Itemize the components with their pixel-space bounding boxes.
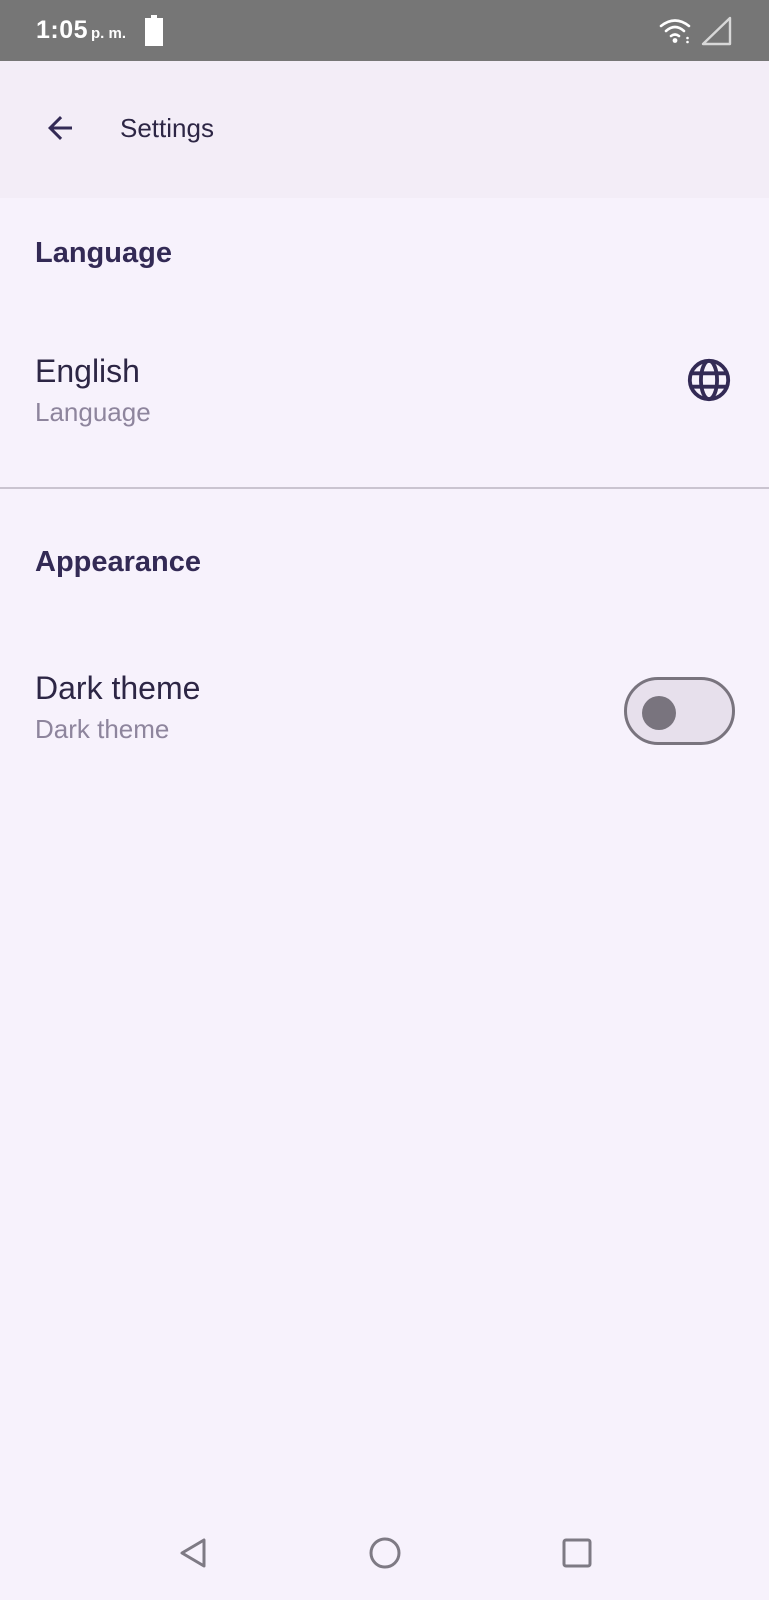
preference-title: English: [35, 353, 140, 389]
nav-back-button[interactable]: [170, 1530, 216, 1576]
section-divider: [0, 487, 769, 489]
language-preference[interactable]: English Language: [0, 353, 769, 463]
cell-signal-icon: [701, 16, 732, 46]
wifi-icon: [659, 19, 691, 44]
preference-title: Dark theme: [35, 670, 201, 706]
top-app-bar: Settings: [0, 61, 769, 198]
nav-home-button[interactable]: [362, 1530, 408, 1576]
nav-home-icon: [369, 1537, 401, 1569]
arrow-back-icon: [48, 116, 72, 140]
back-button[interactable]: [30, 98, 90, 158]
switch-thumb: [642, 696, 676, 730]
battery-icon: [145, 15, 163, 46]
status-time: 1:05: [36, 16, 89, 44]
settings-screen: 1:05 p. m. Settings Language English Lan…: [0, 0, 769, 1600]
section-title-language: Language: [35, 237, 172, 269]
nav-recents-icon: [562, 1538, 592, 1568]
preference-summary: Language: [35, 397, 151, 427]
nav-back-icon: [180, 1538, 206, 1568]
status-ampm: p. m.: [91, 25, 127, 42]
preference-summary: Dark theme: [35, 714, 170, 744]
nav-recents-button[interactable]: [554, 1530, 600, 1576]
page-title: Settings: [120, 113, 214, 143]
status-bar: 1:05 p. m.: [0, 0, 769, 61]
system-nav-bar: [0, 1500, 769, 1600]
dark-theme-switch[interactable]: [624, 677, 735, 745]
globe-icon: [687, 358, 731, 402]
section-title-appearance: Appearance: [35, 546, 202, 578]
